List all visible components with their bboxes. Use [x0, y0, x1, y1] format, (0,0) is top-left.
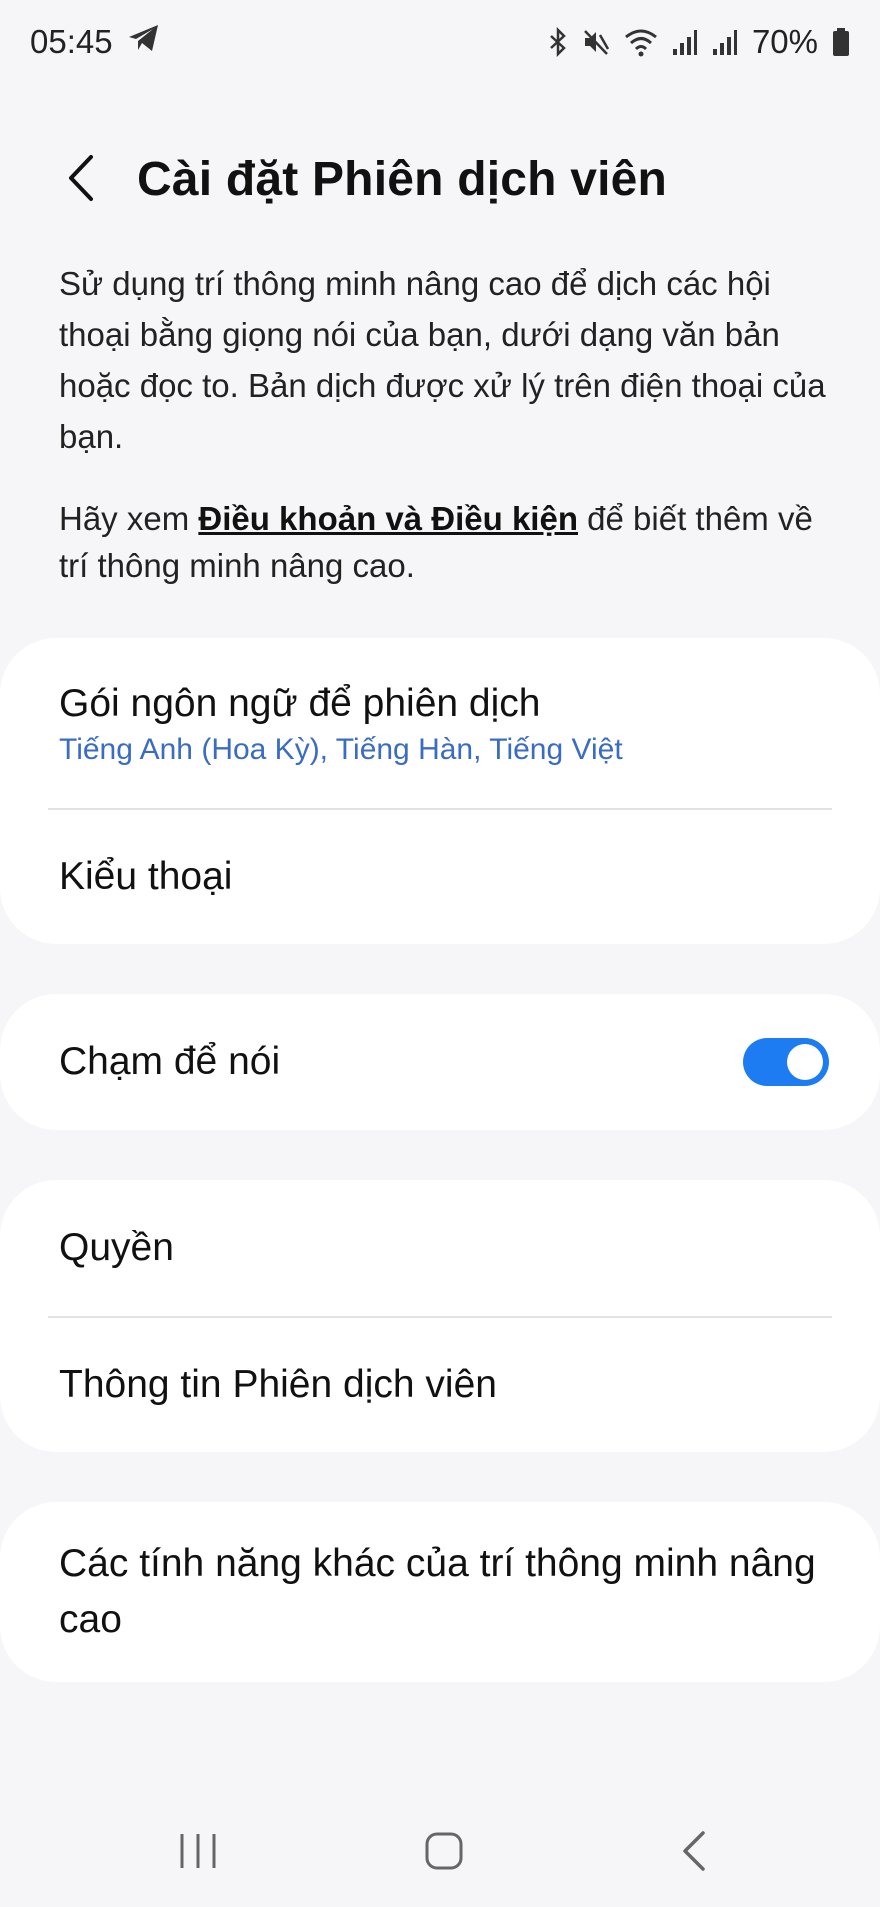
signal-icon [712, 27, 738, 57]
back-button[interactable] [50, 150, 110, 210]
language-settings-card: Gói ngôn ngữ để phiên dịch Tiếng Anh (Ho… [0, 638, 880, 944]
conversation-style-title: Kiểu thoại [59, 855, 233, 898]
toggle-knob [787, 1044, 823, 1080]
more-features-title: Các tính năng khác của trí thông minh nâ… [59, 1542, 816, 1641]
tap-to-speak-item[interactable]: Chạm để nói [0, 994, 880, 1130]
terms-prefix: Hãy xem [59, 500, 199, 537]
wifi-icon [624, 27, 658, 57]
home-icon [424, 1831, 464, 1876]
language-packs-title: Gói ngôn ngữ để phiên dịch [59, 682, 541, 725]
tap-to-speak-card: Chạm để nói [0, 994, 880, 1130]
tap-to-speak-title: Chạm để nói [59, 1040, 281, 1083]
more-features-item[interactable]: Các tính năng khác của trí thông minh nâ… [0, 1502, 880, 1682]
chevron-left-icon [65, 153, 95, 208]
nav-back-button[interactable] [664, 1825, 724, 1881]
battery-icon [832, 27, 850, 57]
recent-apps-button[interactable] [168, 1825, 228, 1881]
description-text: Sử dụng trí thông minh nâng cao để dịch … [59, 265, 826, 455]
telegram-icon [127, 23, 161, 61]
language-packs-item[interactable]: Gói ngôn ngữ để phiên dịch Tiếng Anh (Ho… [0, 638, 880, 808]
navigation-bar [0, 1797, 880, 1907]
permissions-title: Quyền [59, 1226, 174, 1269]
bluetooth-icon [548, 27, 568, 57]
about-interpreter-item[interactable]: Thông tin Phiên dịch viên [0, 1318, 880, 1452]
battery-percent: 70% [751, 23, 818, 60]
tap-to-speak-toggle[interactable] [743, 1038, 829, 1086]
mute-icon [582, 27, 610, 57]
language-packs-value: Tiếng Anh (Hoa Kỳ), Tiếng Hàn, Tiếng Việ… [59, 733, 623, 766]
terms-link[interactable]: Điều khoản và Điều kiện [198, 500, 578, 537]
status-bar: 05:45 70% [0, 0, 880, 84]
status-right: 70% [548, 23, 850, 61]
home-button[interactable] [414, 1825, 474, 1881]
conversation-style-item[interactable]: Kiểu thoại [0, 810, 880, 944]
terms-text: Hãy xem Điều khoản và Điều kiện để biết … [59, 495, 829, 589]
recent-apps-icon [178, 1832, 218, 1875]
status-left: 05:45 [30, 23, 161, 61]
more-features-card: Các tính năng khác của trí thông minh nâ… [0, 1502, 880, 1682]
page-title: Cài đặt Phiên dịch viên [137, 153, 668, 206]
about-interpreter-title: Thông tin Phiên dịch viên [59, 1363, 497, 1406]
info-card: Quyền Thông tin Phiên dịch viên [0, 1180, 880, 1452]
signal-icon [672, 27, 698, 57]
back-icon [679, 1829, 709, 1878]
header: Cài đặt Phiên dịch viên [0, 140, 880, 220]
status-time: 05:45 [30, 23, 113, 60]
permissions-item[interactable]: Quyền [0, 1180, 880, 1316]
